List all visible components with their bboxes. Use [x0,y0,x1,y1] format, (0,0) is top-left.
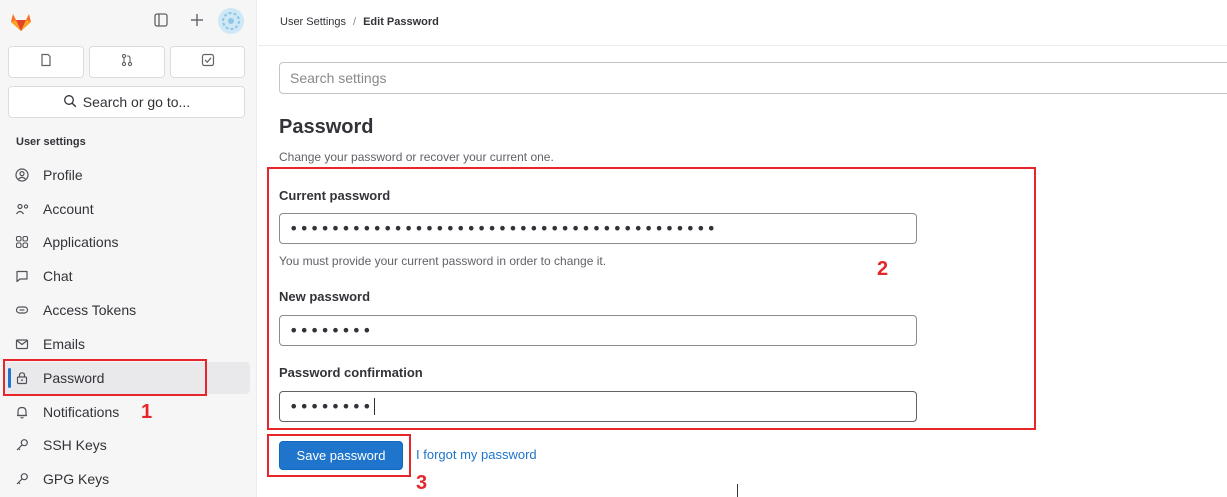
sidebar-item-label: Account [43,201,94,217]
sidebar: Search or go to... User settings Profile… [0,0,257,497]
sidebar-toggle-icon[interactable] [150,9,172,31]
issues-button[interactable] [8,46,84,78]
todo-checkbox-icon [201,53,215,72]
mail-icon [14,336,30,352]
annotation-number-1: 1 [141,401,153,423]
breadcrumb-user-settings[interactable]: User Settings [280,16,346,28]
sidebar-item-label: Emails [43,336,86,352]
sidebar-header [0,0,257,44]
chat-icon [14,268,30,284]
sidebar-item-chat[interactable]: Chat [4,260,250,292]
sidebar-item-label: SSH Keys [43,437,107,453]
search-icon [63,94,77,111]
forgot-password-link[interactable]: I forgot my password [416,447,537,462]
sidebar-item-emails[interactable]: Emails [4,328,250,360]
sidebar-item-ssh-keys[interactable]: SSH Keys [4,429,250,461]
annotation-number-2: 2 [877,258,889,280]
annotation-box-2 [267,167,1036,430]
profile-icon [14,167,30,183]
sidebar-item-label: Chat [43,268,73,284]
mouse-text-cursor [737,484,738,497]
sidebar-item-applications[interactable]: Applications [4,226,250,258]
merge-request-icon [120,53,134,72]
sidebar-item-label: Profile [43,167,83,183]
plus-icon[interactable] [186,9,208,31]
annotation-number-3: 3 [416,472,428,494]
key-icon [14,471,30,487]
sidebar-item-label: Notifications [43,404,120,420]
top-bar: User Settings / Edit Password [258,0,1227,46]
annotation-box-3 [267,434,411,477]
account-icon [14,201,30,217]
sidebar-item-notifications[interactable]: Notifications [4,396,250,428]
page-title: Password [279,116,374,138]
sidebar-item-access-tokens[interactable]: Access Tokens [4,294,250,326]
merge-requests-button[interactable] [89,46,165,78]
sidebar-item-label: GPG Keys [43,471,110,487]
sidebar-item-label: Access Tokens [43,302,137,318]
todos-button[interactable] [170,46,245,78]
sidebar-item-profile[interactable]: Profile [4,159,250,191]
sidebar-item-account[interactable]: Account [4,193,250,225]
breadcrumb: User Settings / Edit Password [280,16,439,28]
user-avatar[interactable] [218,8,244,34]
gitlab-logo-icon[interactable] [8,8,34,34]
key-icon [14,437,30,453]
breadcrumb-separator: / [353,16,357,28]
sidebar-item-label: Applications [43,234,119,250]
search-settings-input[interactable] [279,62,1227,94]
annotation-box-1 [3,359,207,396]
token-icon [14,302,30,318]
applications-icon [14,234,30,250]
breadcrumb-current: Edit Password [363,16,439,28]
section-heading: User settings [16,136,86,148]
bell-icon [14,404,30,420]
global-search-label: Search or go to... [82,94,191,110]
issues-icon [39,53,53,72]
global-search-button[interactable]: Search or go to... [8,86,245,118]
sidebar-item-gpg-keys[interactable]: GPG Keys [4,463,250,495]
page-description: Change your password or recover your cur… [279,150,554,164]
